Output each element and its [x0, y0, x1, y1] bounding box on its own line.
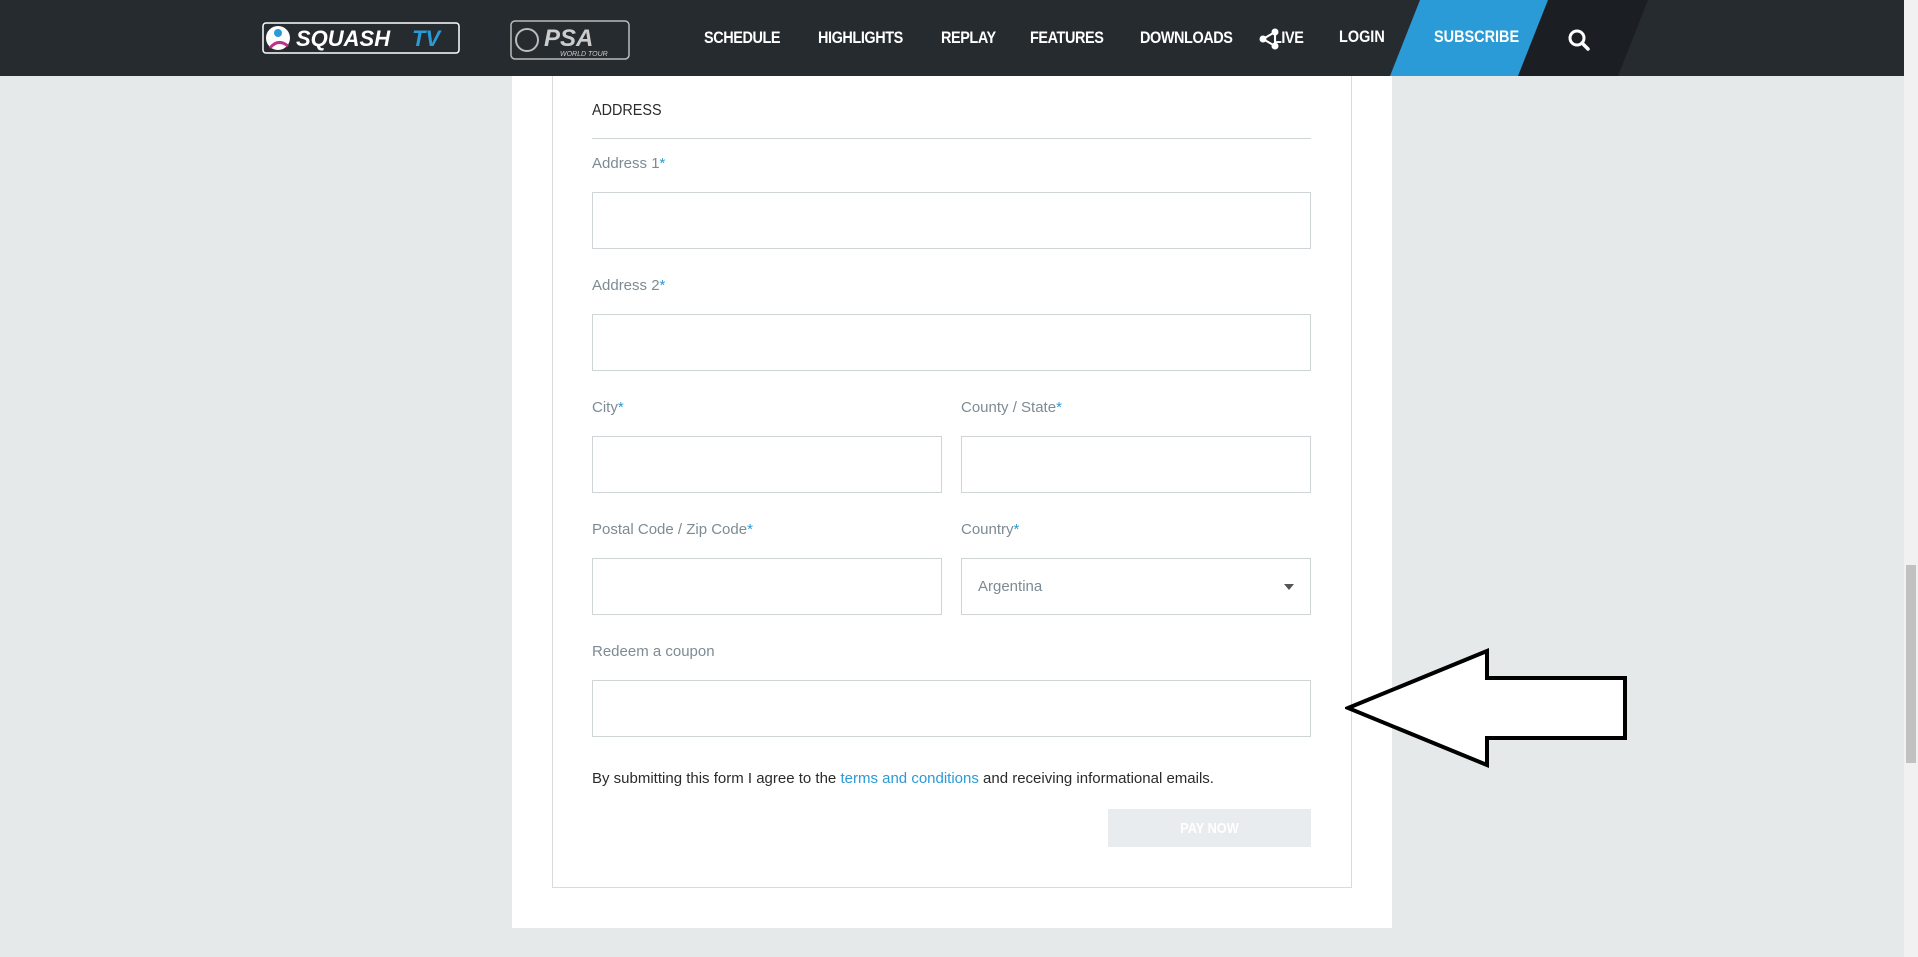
state-label: County / State*: [961, 399, 1062, 416]
top-nav: SQUASH TV PSA WORLD TOUR SCHEDULE HIGHLI…: [0, 0, 1918, 76]
address1-input[interactable]: [593, 193, 1310, 248]
address-section-title: ADDRESS: [592, 102, 662, 119]
required-marker: *: [1056, 399, 1062, 416]
nav-features[interactable]: FEATURES: [1030, 28, 1104, 48]
svg-text:WORLD TOUR: WORLD TOUR: [560, 51, 608, 58]
required-marker: *: [1013, 521, 1020, 538]
country-selected-value: Argentina: [978, 578, 1043, 595]
psa-world-tour-logo[interactable]: PSA WORLD TOUR: [510, 20, 630, 60]
address2-input[interactable]: [593, 315, 1310, 370]
annotation-arrow-icon: [1345, 648, 1627, 768]
terms-text: By submitting this form I agree to the t…: [592, 770, 1214, 787]
address1-label: Address 1*: [592, 155, 666, 172]
nav-schedule[interactable]: SCHEDULE: [704, 28, 781, 48]
coupon-label: Redeem a coupon: [592, 643, 715, 660]
postal-input[interactable]: [593, 559, 941, 614]
pay-now-button[interactable]: PAY NOW: [1108, 809, 1311, 847]
address2-label: Address 2*: [592, 277, 666, 294]
search-icon[interactable]: [1568, 29, 1590, 51]
share-icon[interactable]: [1258, 28, 1280, 50]
nav-downloads[interactable]: DOWNLOADS: [1140, 28, 1233, 48]
coupon-field[interactable]: [592, 680, 1311, 737]
main-menu: SCHEDULE HIGHLIGHTS REPLAY FEATURES DOWN…: [704, 0, 1333, 76]
nav-highlights[interactable]: HIGHLIGHTS: [818, 28, 903, 48]
country-label: Country*: [961, 521, 1020, 538]
required-marker: *: [659, 277, 666, 294]
squashtv-logo[interactable]: SQUASH TV: [262, 20, 462, 56]
city-input[interactable]: [593, 437, 941, 492]
login-link[interactable]: LOGIN: [1339, 27, 1385, 47]
terms-link[interactable]: terms and conditions: [840, 770, 978, 787]
state-input[interactable]: [962, 437, 1310, 492]
required-marker: *: [747, 521, 753, 538]
state-field[interactable]: [961, 436, 1311, 493]
city-field[interactable]: [592, 436, 942, 493]
vertical-scrollbar[interactable]: [1904, 0, 1918, 957]
scrollbar-thumb[interactable]: [1906, 565, 1916, 763]
section-divider: [592, 138, 1311, 139]
required-marker: *: [617, 399, 624, 416]
svg-text:SQUASH: SQUASH: [296, 26, 391, 51]
postal-label: Postal Code / Zip Code*: [592, 521, 753, 538]
chevron-down-icon: [1284, 584, 1294, 590]
svg-text:TV: TV: [412, 26, 442, 51]
address2-field[interactable]: [592, 314, 1311, 371]
coupon-input[interactable]: [593, 681, 1310, 736]
city-label: City*: [592, 399, 624, 416]
country-select[interactable]: Argentina: [961, 558, 1311, 615]
nav-replay[interactable]: REPLAY: [941, 28, 996, 48]
address1-field[interactable]: [592, 192, 1311, 249]
required-marker: *: [659, 155, 666, 172]
svg-text:PSA: PSA: [544, 25, 593, 52]
subscribe-button[interactable]: SUBSCRIBE: [1434, 27, 1519, 47]
postal-field[interactable]: [592, 558, 942, 615]
